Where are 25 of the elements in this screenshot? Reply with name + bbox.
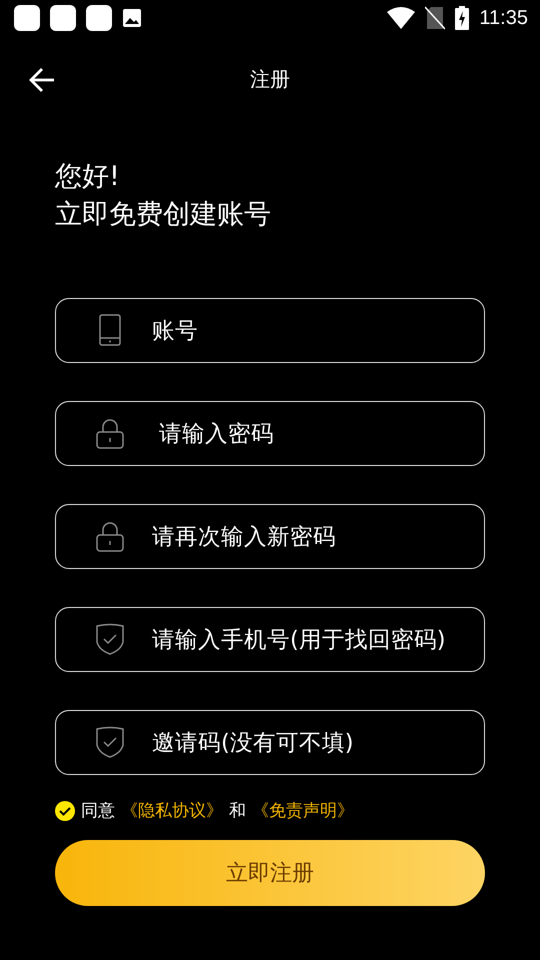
input-field[interactable]: 账号 bbox=[55, 298, 485, 363]
greeting-subtitle: 立即免费创建账号 bbox=[55, 198, 272, 232]
greeting-text: 您好! bbox=[55, 160, 121, 194]
notification-icon bbox=[14, 5, 40, 31]
input-field[interactable]: 请再次输入新密码 bbox=[55, 504, 485, 569]
page-title: 注册 bbox=[249, 66, 291, 92]
register-button[interactable]: 立即注册 bbox=[55, 840, 485, 906]
image-icon bbox=[122, 8, 142, 28]
input-field[interactable]: 请输入密码 bbox=[55, 401, 485, 466]
status-time: 11:35 bbox=[479, 6, 528, 30]
input-field[interactable]: 请输入手机号(用于找回密码) bbox=[55, 607, 485, 672]
battery-charging-icon bbox=[455, 6, 470, 30]
disclaimer-link[interactable]: 《免责声明》 bbox=[252, 799, 354, 822]
agreement-text: 同意 bbox=[81, 800, 115, 822]
notification-icon bbox=[86, 5, 112, 31]
shield-icon bbox=[95, 622, 125, 656]
checkbox[interactable] bbox=[55, 800, 75, 820]
input-field[interactable]: 邀请码(没有可不填) bbox=[55, 710, 485, 775]
shield-icon bbox=[95, 725, 125, 759]
wifi-icon bbox=[387, 7, 416, 29]
no-sim-icon bbox=[425, 6, 446, 30]
back-button[interactable] bbox=[28, 66, 56, 94]
privacy-link[interactable]: 《隐私协议》 bbox=[121, 799, 223, 822]
notification-icon bbox=[50, 5, 76, 31]
agreement-text: 和 bbox=[229, 800, 246, 822]
